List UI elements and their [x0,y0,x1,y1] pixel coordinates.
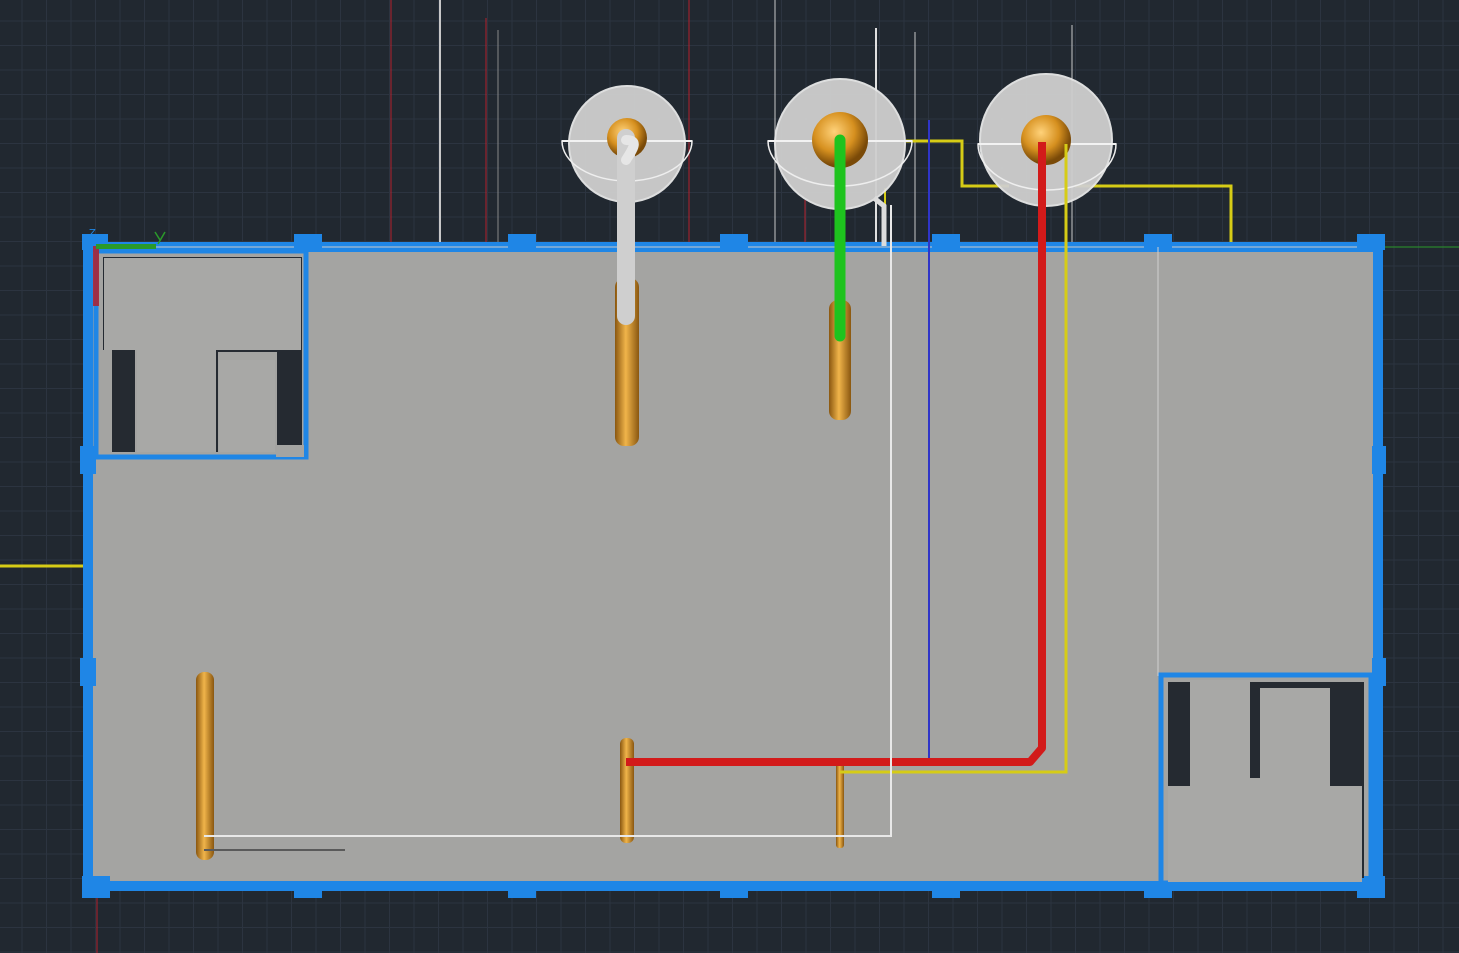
structural-column-icon [1144,234,1172,248]
drawing-canvas[interactable]: Z [0,0,1459,953]
room-bottom-right[interactable] [1158,672,1374,886]
structural-column-icon [82,876,110,898]
structural-column-icon [1372,446,1386,474]
structural-column-icon [294,884,322,898]
structural-column-icon [1372,658,1386,686]
structural-column-icon [294,234,322,248]
structural-column-icon [1357,234,1385,250]
structural-column-icon [508,884,536,898]
structural-column-icon [720,234,748,248]
cad-model-viewport[interactable]: Z [0,0,1459,953]
structural-column-icon [932,234,960,248]
structural-column-icon [508,234,536,248]
structural-column-icon [720,884,748,898]
structural-column-icon [1144,884,1172,898]
structural-column-icon [932,884,960,898]
structural-column-icon [80,658,96,686]
copper-riser [620,738,634,843]
copper-riser [196,672,214,860]
svg-text:Z: Z [89,228,96,239]
